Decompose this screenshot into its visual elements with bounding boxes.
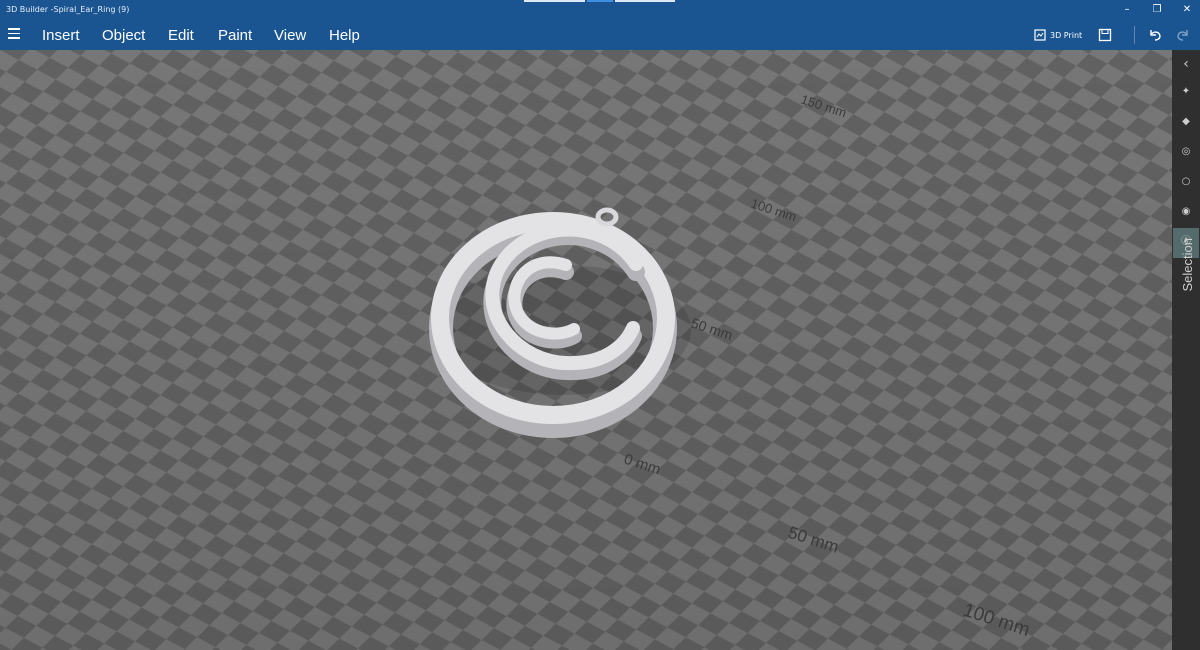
3d-print-button[interactable]: 3D Print [1034, 26, 1082, 44]
printer-icon [1034, 29, 1046, 41]
title-progress-segment [524, 0, 585, 2]
toolbar-divider [1134, 26, 1135, 44]
restore-icon[interactable]: ❐ [1150, 3, 1164, 17]
menu-bar: Insert Object Edit Paint View Help 3D Pr… [0, 20, 1200, 50]
menu-view[interactable]: View [274, 27, 306, 44]
menu-paint[interactable]: Paint [218, 27, 252, 44]
hamburger-menu-icon[interactable] [8, 28, 20, 40]
select-mode-icon[interactable]: ◉ [1178, 204, 1194, 220]
menu-insert[interactable]: Insert [42, 27, 80, 44]
select-objects-icon[interactable]: ✦ [1178, 84, 1194, 100]
chevron-left-icon[interactable]: ‹ [1178, 56, 1194, 72]
menu-object[interactable]: Object [102, 27, 145, 44]
build-plate[interactable]: 150 mm 100 mm 50 mm 0 mm 50 mm 100 mm [0, 50, 1172, 650]
close-icon[interactable]: ✕ [1180, 3, 1194, 17]
redo-icon[interactable] [1175, 27, 1191, 43]
select-faces-icon[interactable]: ◆ [1178, 114, 1194, 130]
3d-viewport[interactable]: 150 mm 100 mm 50 mm 0 mm 50 mm 100 mm [0, 50, 1172, 650]
title-progress-segment [587, 0, 613, 2]
menu-help[interactable]: Help [329, 27, 360, 44]
minimize-icon[interactable]: – [1120, 3, 1134, 17]
select-edges-icon[interactable]: ◎ [1178, 144, 1194, 160]
undo-icon[interactable] [1147, 27, 1163, 43]
window-title: 3D Builder -Spiral_Ear_Ring (9) [6, 5, 130, 14]
3d-print-label: 3D Print [1050, 30, 1083, 40]
select-vertices-icon[interactable]: ○ [1178, 174, 1194, 190]
save-icon[interactable] [1098, 28, 1112, 42]
title-progress-segment [615, 0, 675, 2]
right-tool-panel: ‹ ✦ ◆ ◎ ○ ◉ Ⓐ [1172, 50, 1200, 650]
menu-edit[interactable]: Edit [168, 27, 194, 44]
title-bar: 3D Builder -Spiral_Ear_Ring (9) – ❐ ✕ [0, 0, 1200, 20]
selection-panel-label[interactable]: Selection [1180, 238, 1195, 291]
